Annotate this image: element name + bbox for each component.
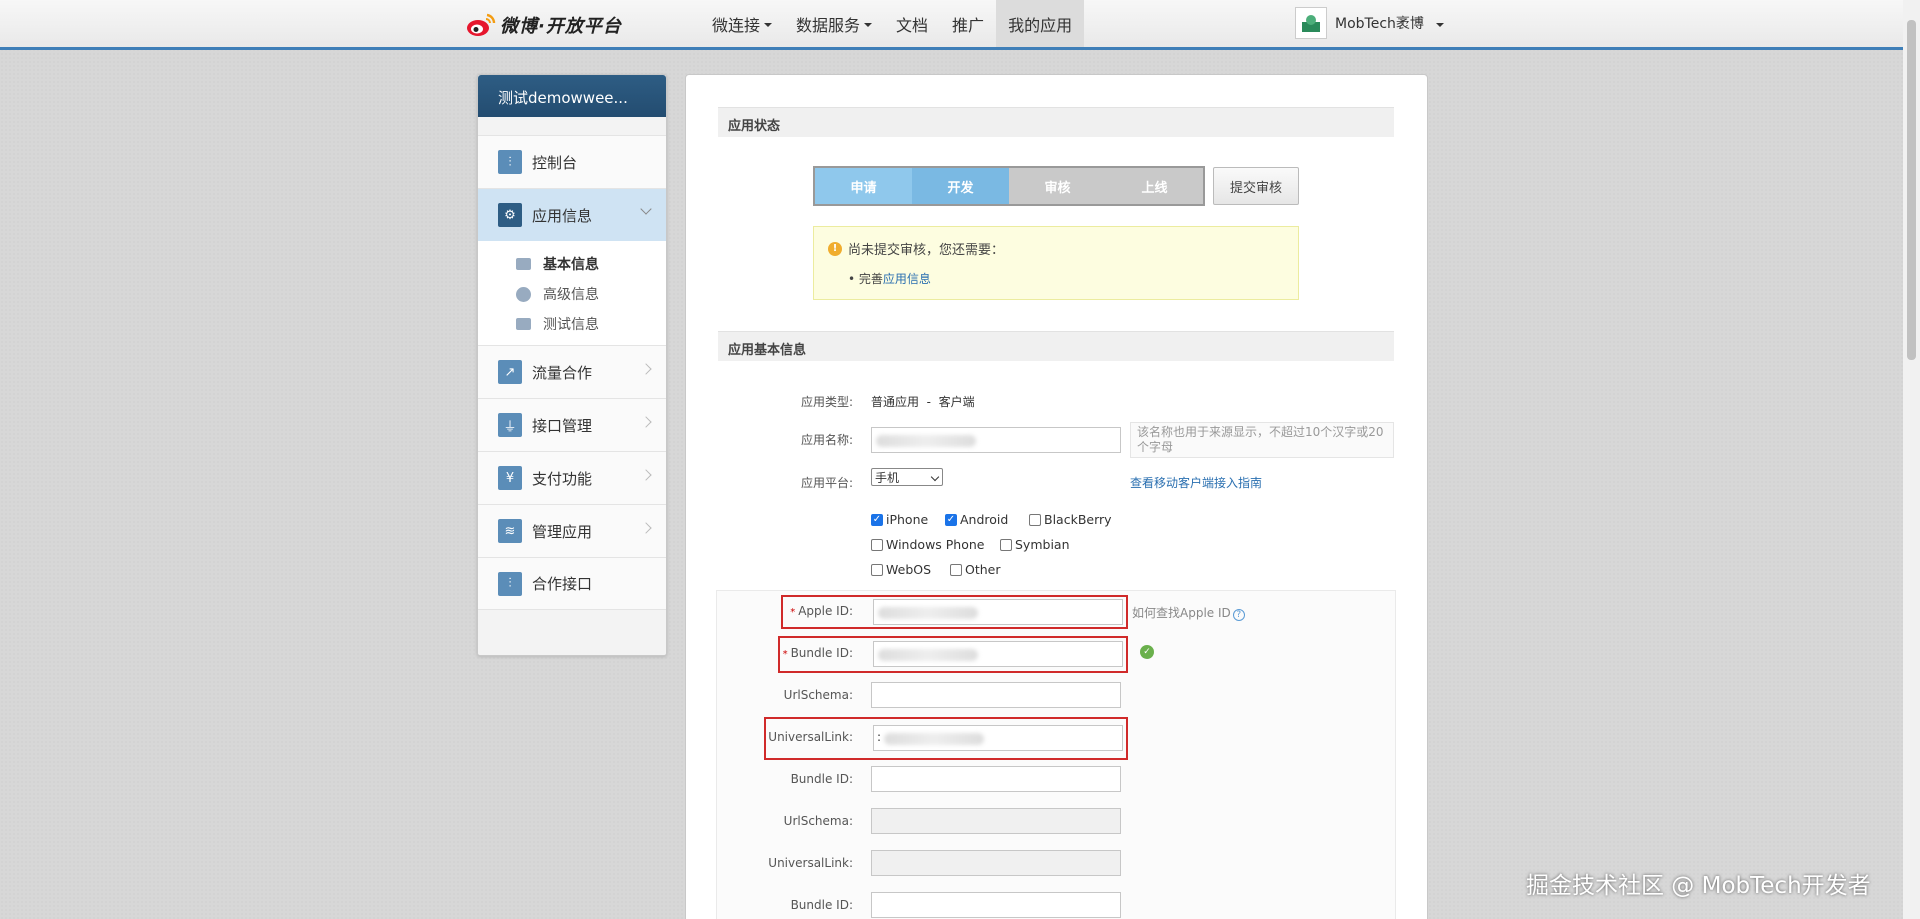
warning-icon: ! <box>828 241 842 256</box>
platform-checkbox-symbian[interactable]: Symbian <box>1000 537 1070 552</box>
sidebar-item-manage-app[interactable]: ≋ 管理应用 <box>478 504 666 557</box>
weibo-eye-icon <box>466 13 496 37</box>
apple-id-label: * Apple ID: <box>790 604 853 618</box>
layers-icon: ≋ <box>498 519 522 543</box>
bundle-id-label: * Bundle ID: <box>782 646 853 660</box>
universal-link-2-label: UniversalLink: <box>768 856 853 870</box>
chevron-down-icon <box>640 203 652 215</box>
sidebar-item-api-manage[interactable]: ⏚ 接口管理 <box>478 398 666 451</box>
app-name-hint: 该名称也用于来源显示，不超过10个汉字或20个字母 <box>1130 422 1394 458</box>
main-panel: 应用状态 申请 开发 审核 上线 提交审核 ! 尚未提交审核，您还需要： • 完善… <box>685 74 1428 919</box>
sidebar-app-name: 测试demowwee... <box>478 75 666 117</box>
app-type-value: 普通应用 - 客户端 <box>871 395 975 409</box>
bundle-id-3-input[interactable] <box>871 892 1121 918</box>
image-card-icon <box>516 318 531 330</box>
step-review: 审核 <box>1009 168 1106 204</box>
app-type-label: 应用类型: <box>800 395 853 409</box>
sidebar-item-traffic[interactable]: ↗ 流量合作 <box>478 345 666 398</box>
nav-promote[interactable]: 推广 <box>940 0 996 47</box>
urlschema-input[interactable] <box>871 682 1121 708</box>
caret-down-icon <box>1435 22 1444 27</box>
nav-docs[interactable]: 文档 <box>884 0 940 47</box>
app-name-input[interactable] <box>871 427 1121 453</box>
platform-checkbox-webos[interactable]: WebOS <box>871 562 931 577</box>
top-navbar: 微博·开放平台 微连接 数据服务 文档 推广 我的应用 MobTech袤博 <box>0 0 1903 50</box>
step-develop: 开发 <box>912 168 1009 204</box>
platform-checkbox-windows-phone[interactable]: Windows Phone <box>871 537 985 552</box>
nav-my-apps[interactable]: 我的应用 <box>996 0 1085 47</box>
notice-prefix: 完善 <box>858 272 883 286</box>
platform-checkbox-other[interactable]: Other <box>950 562 1001 577</box>
plug-icon: ⏚ <box>498 413 522 437</box>
chevron-down-icon <box>930 472 940 482</box>
app-sidebar: 测试demowwee... ⫶ 控制台 ⚙ 应用信息 基本信息 高级信息 测试信息 … <box>477 74 667 656</box>
logo-text: 微博·开放平台 <box>500 16 622 37</box>
sidebar-item-app-info[interactable]: ⚙ 应用信息 <box>478 188 666 241</box>
id-card-icon <box>516 258 531 270</box>
sliders-icon: ⫶ <box>498 571 522 596</box>
universal-link-label: UniversalLink: <box>768 730 853 744</box>
sidebar-subitem-advanced-info[interactable]: 高级信息 <box>478 279 666 309</box>
platform-checkbox-android[interactable]: ✓ Android <box>945 512 1008 527</box>
status-stepper: 申请 开发 审核 上线 <box>813 166 1205 206</box>
caret-down-icon <box>864 23 873 27</box>
weibo-logo[interactable]: 微博·开放平台 <box>466 10 622 40</box>
app-platform-select[interactable]: 手机 <box>871 468 943 486</box>
submit-review-button[interactable]: 提交审核 <box>1213 167 1299 205</box>
sliders-icon: ⫶ <box>498 150 522 174</box>
nav-weiconnect[interactable]: 微连接 <box>700 0 784 47</box>
sidebar-submenu: 基本信息 高级信息 测试信息 <box>478 241 666 345</box>
step-online: 上线 <box>1106 168 1203 204</box>
main-nav: 微连接 数据服务 文档 推广 我的应用 <box>700 0 1085 47</box>
platform-checkbox-iphone[interactable]: ✓ iPhone <box>871 512 928 527</box>
chevron-right-icon <box>640 416 652 428</box>
page-scrollbar[interactable] <box>1903 0 1920 919</box>
apple-id-help[interactable]: 如何查找Apple ID? <box>1132 604 1245 621</box>
bundle-id-input[interactable] <box>873 641 1123 667</box>
urlschema-2-input[interactable] <box>871 808 1121 834</box>
section-title-app-status: 应用状态 <box>718 107 1394 137</box>
nav-data-service[interactable]: 数据服务 <box>784 0 884 47</box>
info-icon <box>516 286 531 302</box>
app-name-label: 应用名称: <box>800 433 853 447</box>
chevron-right-icon <box>640 363 652 375</box>
urlschema-2-label: UrlSchema: <box>783 814 853 828</box>
caret-down-icon <box>764 23 773 27</box>
sidebar-item-console[interactable]: ⫶ 控制台 <box>478 135 666 188</box>
urlschema-label: UrlSchema: <box>783 688 853 702</box>
sidebar-subitem-test-info[interactable]: 测试信息 <box>478 309 666 339</box>
help-icon: ? <box>1232 609 1245 621</box>
app-platform-label: 应用平台: <box>800 476 853 490</box>
watermark: 掘金技术社区 @ MobTech开发者 <box>1526 873 1871 899</box>
user-name: MobTech袤博 <box>1335 16 1424 32</box>
sidebar-item-payment[interactable]: ¥ 支付功能 <box>478 451 666 504</box>
universal-link-2-input[interactable] <box>871 850 1121 876</box>
step-apply: 申请 <box>815 168 912 204</box>
complete-app-info-link[interactable]: 应用信息 <box>883 272 931 286</box>
yen-icon: ¥ <box>498 466 522 490</box>
user-menu[interactable]: MobTech袤博 <box>1295 7 1444 39</box>
chart-icon: ↗ <box>498 360 522 384</box>
mobile-guide-link[interactable]: 查看移动客户端接入指南 <box>1130 474 1262 491</box>
status-notice: ! 尚未提交审核，您还需要： • 完善应用信息 <box>813 226 1299 300</box>
platform-checkbox-blackberry[interactable]: BlackBerry <box>1029 512 1112 527</box>
universal-link-input[interactable]: : <box>873 725 1123 751</box>
gear-icon: ⚙ <box>498 203 522 227</box>
check-circle-icon: ✓ <box>1140 645 1154 659</box>
notice-title: 尚未提交审核，您还需要： <box>848 243 1005 258</box>
bundle-id-2-label: Bundle ID: <box>790 772 853 786</box>
scrollbar-thumb[interactable] <box>1907 20 1916 360</box>
sidebar-item-partner-api[interactable]: ⫶ 合作接口 <box>478 557 666 610</box>
section-title-basic-info: 应用基本信息 <box>718 331 1394 361</box>
chevron-right-icon <box>640 469 652 481</box>
sidebar-subitem-basic-info[interactable]: 基本信息 <box>478 249 666 279</box>
avatar <box>1295 7 1327 39</box>
bundle-id-2-input[interactable] <box>871 766 1121 792</box>
chevron-right-icon <box>640 522 652 534</box>
apple-id-input[interactable] <box>873 599 1123 625</box>
bundle-id-3-label: Bundle ID: <box>790 898 853 912</box>
